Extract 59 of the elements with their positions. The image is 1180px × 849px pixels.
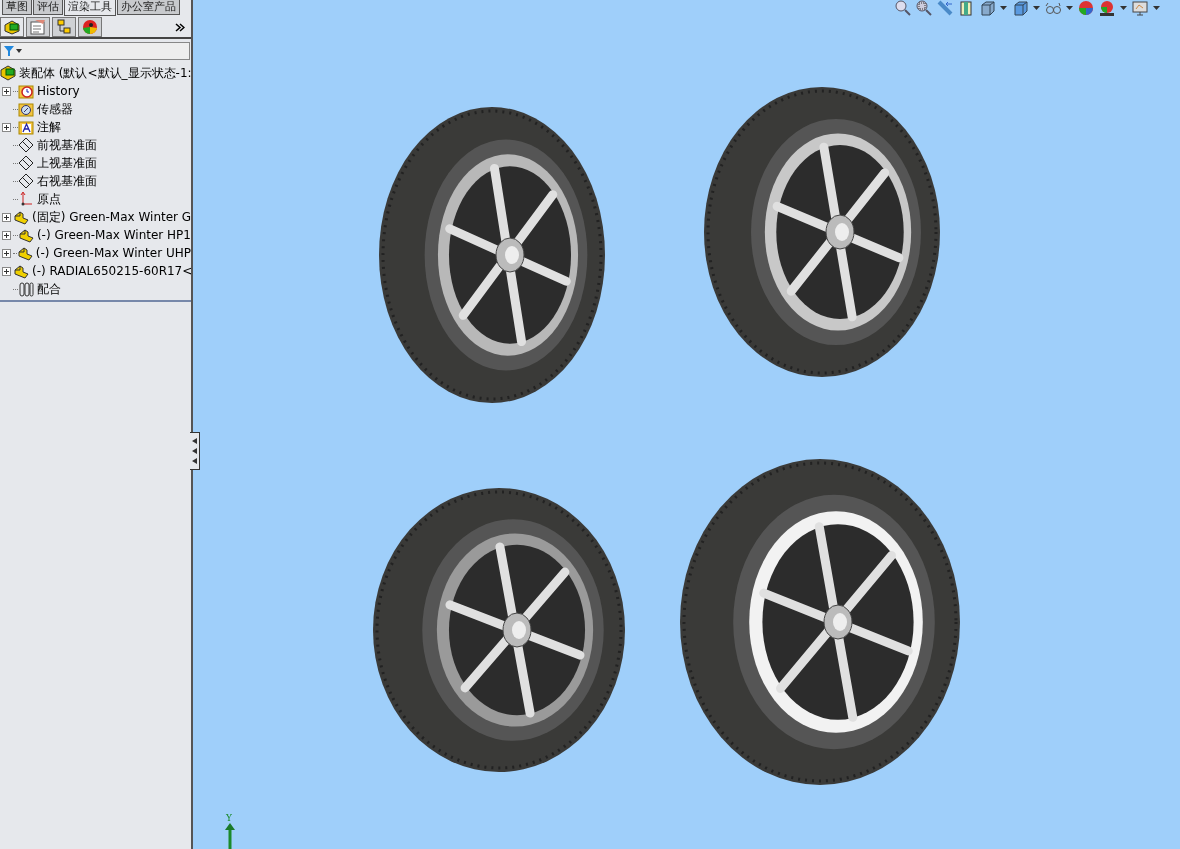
dropdown-caret-icon[interactable] xyxy=(1000,6,1007,10)
dropdown-caret-icon[interactable] xyxy=(1153,6,1160,10)
assembly-tab-icon[interactable] xyxy=(0,17,24,37)
filter-field[interactable] xyxy=(0,42,190,60)
tree-item-label[interactable]: 原点 xyxy=(37,190,61,208)
collapse-handle[interactable] xyxy=(190,432,200,470)
dropdown-caret-icon[interactable] xyxy=(1066,6,1073,10)
gauge-folder-icon xyxy=(18,101,34,117)
zoom-icon[interactable] xyxy=(895,0,911,16)
dropdown-caret-icon[interactable] xyxy=(1033,6,1040,10)
command-tab[interactable]: 草图 xyxy=(2,0,32,15)
assembly-icon xyxy=(0,65,16,81)
tree-item-label[interactable]: 传感器 xyxy=(37,100,73,118)
letter-a-folder-icon xyxy=(18,119,34,135)
origin-axes-icon xyxy=(18,191,34,207)
part-icon xyxy=(17,227,34,243)
configuration-tab-icon[interactable] xyxy=(52,17,76,37)
clock-folder-icon xyxy=(18,83,34,99)
part-icon xyxy=(13,263,29,279)
plane-icon xyxy=(18,155,34,171)
tree-item-label[interactable]: 右视基准面 xyxy=(37,172,97,190)
expand-toggle-icon[interactable] xyxy=(2,212,11,222)
tree-item-label[interactable]: (固定) Green-Max Winter G xyxy=(32,208,191,226)
tree-item-label[interactable]: 注解 xyxy=(37,118,61,136)
y-axis-arrow xyxy=(225,823,235,849)
tree-item-label[interactable]: History xyxy=(37,82,80,100)
axis-label: Y xyxy=(226,813,232,823)
tree-item-label[interactable]: 装配体 (默认<默认_显示状态-1: xyxy=(19,64,191,82)
monitor-icon[interactable] xyxy=(1132,0,1148,16)
tree-item-label[interactable]: (-) Green-Max Winter HP1 xyxy=(36,226,191,244)
plane-icon xyxy=(18,137,34,153)
glasses-icon[interactable] xyxy=(1045,0,1061,16)
scene-ball-icon[interactable] xyxy=(1099,0,1115,16)
tree-item-label[interactable]: 前视基准面 xyxy=(37,136,97,154)
expand-toggle-icon[interactable] xyxy=(2,86,11,96)
tree-item-label[interactable]: (-) RADIAL650215-60R17< xyxy=(32,262,191,280)
expand-toggle-icon[interactable] xyxy=(2,266,11,276)
cube-icon[interactable] xyxy=(1012,0,1028,16)
plane-icon xyxy=(18,173,34,189)
part-icon xyxy=(13,209,29,225)
command-tab[interactable]: 评估 xyxy=(33,0,63,15)
filter-icon xyxy=(4,45,22,57)
tree-item-label[interactable]: 上视基准面 xyxy=(37,154,97,172)
tree-item-label[interactable]: (-) Green-Max Winter UHP xyxy=(35,244,191,262)
part-icon xyxy=(16,245,33,261)
command-tab[interactable]: 办公室产品 xyxy=(117,0,180,15)
tree-item-label[interactable]: 配合 xyxy=(37,280,61,298)
property-tab-icon[interactable] xyxy=(26,17,50,37)
dropdown-caret-icon[interactable] xyxy=(1120,6,1127,10)
cube-icon[interactable] xyxy=(979,0,995,16)
expand-toggle-icon[interactable] xyxy=(2,230,11,240)
appearance-tab-icon[interactable] xyxy=(78,17,102,37)
command-tab[interactable]: 渲染工具 xyxy=(64,0,116,16)
section-icon[interactable] xyxy=(958,0,974,16)
zoom-icon[interactable] xyxy=(916,0,932,16)
expand-toggle-icon[interactable] xyxy=(2,122,11,132)
color-ball-icon[interactable] xyxy=(1078,0,1094,16)
paperclip-icon xyxy=(18,281,34,297)
expand-toggle-icon[interactable] xyxy=(2,248,11,258)
